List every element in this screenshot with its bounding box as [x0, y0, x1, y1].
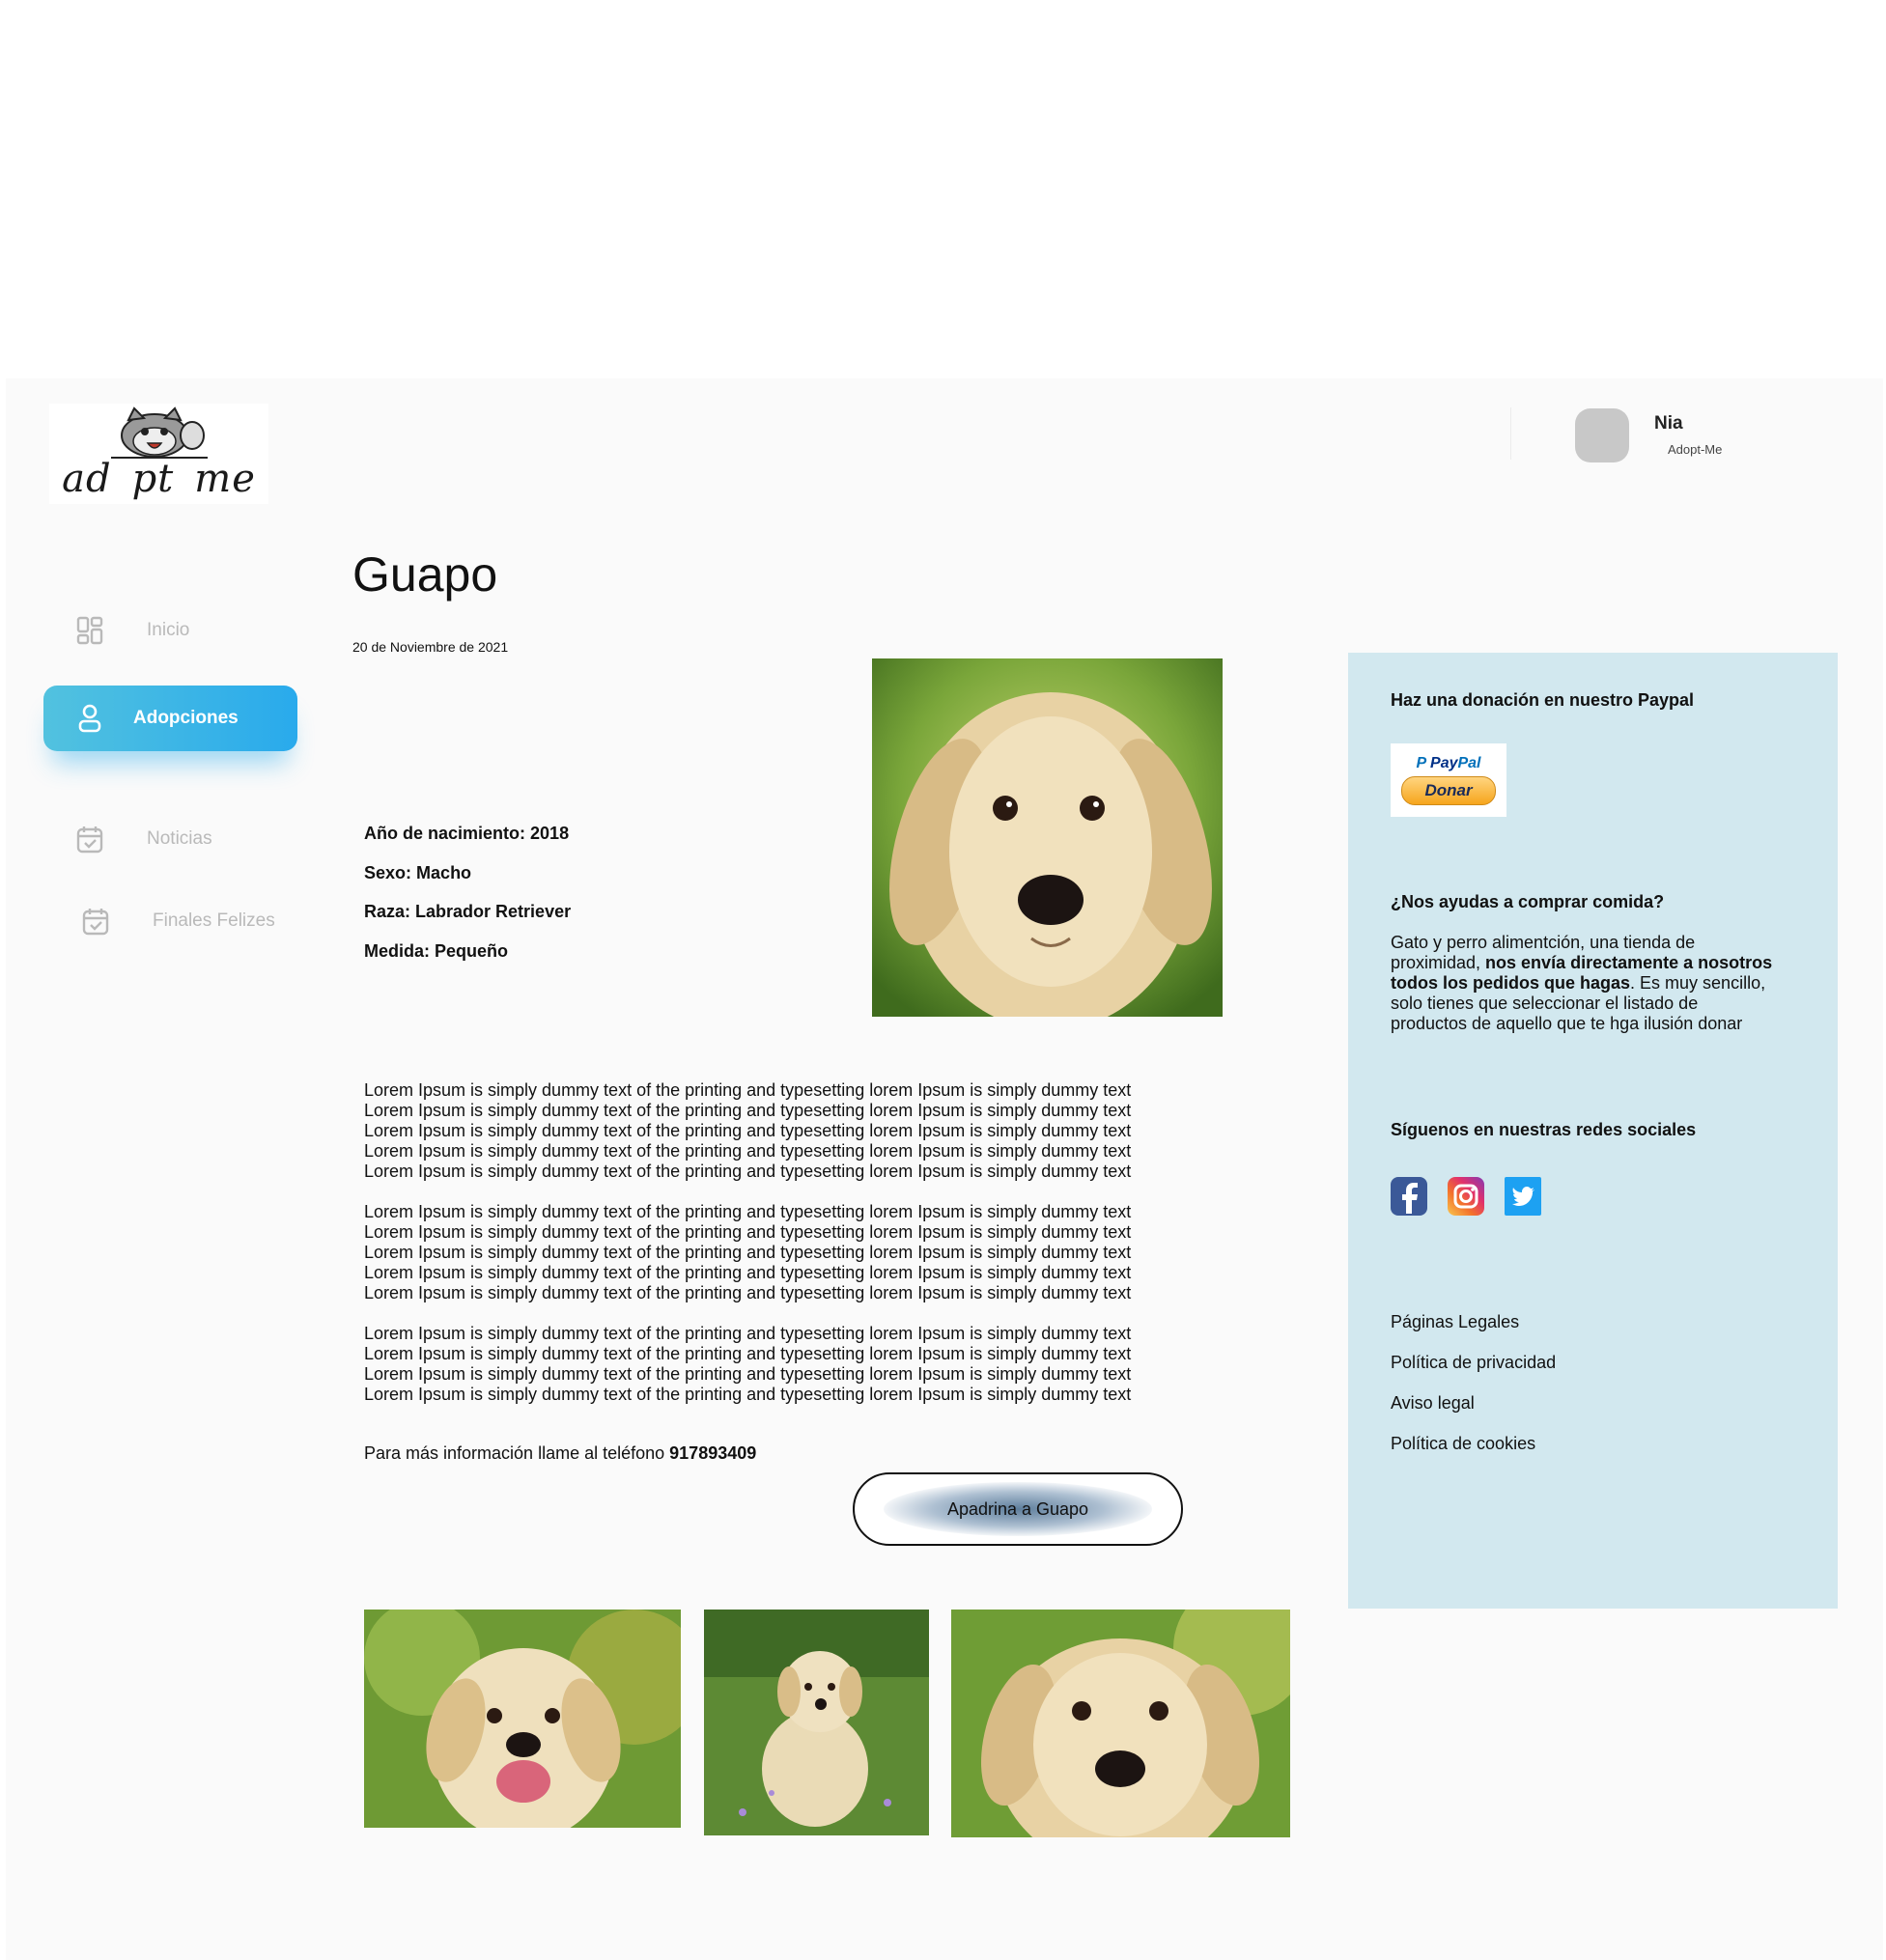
sidebar-item-label: Inicio	[147, 620, 190, 640]
legal-link-paginas-legales[interactable]: Páginas Legales	[1391, 1312, 1519, 1332]
contact-line: Para más información llame al teléfono 9…	[364, 1443, 757, 1463]
post-date: 20 de Noviembre de 2021	[352, 639, 509, 655]
cat-mascot-icon	[110, 406, 208, 459]
food-heading: ¿Nos ayudas a comprar comida?	[1391, 892, 1665, 911]
food-description: Gato y perro alimentción, una tienda de …	[1391, 933, 1773, 1033]
legal-link-privacidad[interactable]: Política de privacidad	[1391, 1353, 1556, 1373]
sidebar-item-inicio[interactable]: Inicio	[75, 616, 189, 645]
sidebar-item-label: Adopciones	[133, 708, 239, 728]
page-title: Guapo	[352, 547, 498, 602]
paypal-logo: P PayPal	[1416, 755, 1481, 771]
twitter-icon[interactable]	[1505, 1177, 1541, 1216]
body-paragraph-3: Lorem Ipsum is simply dummy text of the …	[364, 1324, 1132, 1404]
gallery-photo-2[interactable]	[704, 1610, 929, 1835]
social-heading: Síguenos en nuestras redes sociales	[1391, 1120, 1697, 1139]
paypal-donar-label: Donar	[1401, 776, 1496, 805]
paypal-donate-button[interactable]: P PayPal Donar	[1391, 743, 1506, 817]
calendar-icon	[75, 825, 104, 854]
user-subtitle: Adopt-Me	[1668, 442, 1723, 457]
sidebar-item-noticias[interactable]: Noticias	[75, 825, 212, 854]
pet-main-photo	[872, 658, 1223, 1017]
logo-text: ad pt me	[62, 457, 256, 501]
body-paragraph-2: Lorem Ipsum is simply dummy text of the …	[364, 1202, 1132, 1302]
user-icon	[75, 704, 104, 733]
instagram-icon[interactable]	[1448, 1177, 1484, 1216]
sidebar-item-label: Noticias	[147, 828, 212, 849]
sidebar-item-label: Finales Felizes	[153, 910, 275, 931]
sidebar-item-adopciones[interactable]: Adopciones	[43, 686, 297, 751]
gallery-photo-1[interactable]	[364, 1610, 681, 1828]
dashboard-icon	[75, 616, 104, 645]
fact-birth-year: Año de nacimiento: 2018	[364, 824, 570, 843]
sponsor-button[interactable]: Apadrina a Guapo	[853, 1472, 1183, 1546]
header-divider	[1510, 407, 1511, 460]
body-paragraph-1: Lorem Ipsum is simply dummy text of the …	[364, 1080, 1132, 1181]
phone-number[interactable]: 917893409	[669, 1443, 756, 1463]
legal-link-cookies[interactable]: Política de cookies	[1391, 1434, 1535, 1454]
facebook-icon[interactable]	[1391, 1177, 1427, 1216]
fact-breed: Raza: Labrador Retriever	[364, 902, 572, 921]
sidebar-item-finales-felizes[interactable]: Finales Felizes	[81, 907, 275, 936]
legal-link-aviso-legal[interactable]: Aviso legal	[1391, 1393, 1475, 1414]
calendar-check-icon	[81, 907, 110, 936]
gallery-photo-3[interactable]	[951, 1610, 1290, 1837]
fact-size: Medida: Pequeño	[364, 941, 509, 961]
donation-heading: Haz una donación en nuestro Paypal	[1391, 690, 1695, 710]
user-name: Nia	[1654, 413, 1683, 434]
paypal-icon: P	[1416, 755, 1431, 771]
logo[interactable]: ad pt me	[49, 404, 268, 504]
avatar[interactable]	[1575, 408, 1629, 462]
fact-sex: Sexo: Macho	[364, 863, 472, 882]
